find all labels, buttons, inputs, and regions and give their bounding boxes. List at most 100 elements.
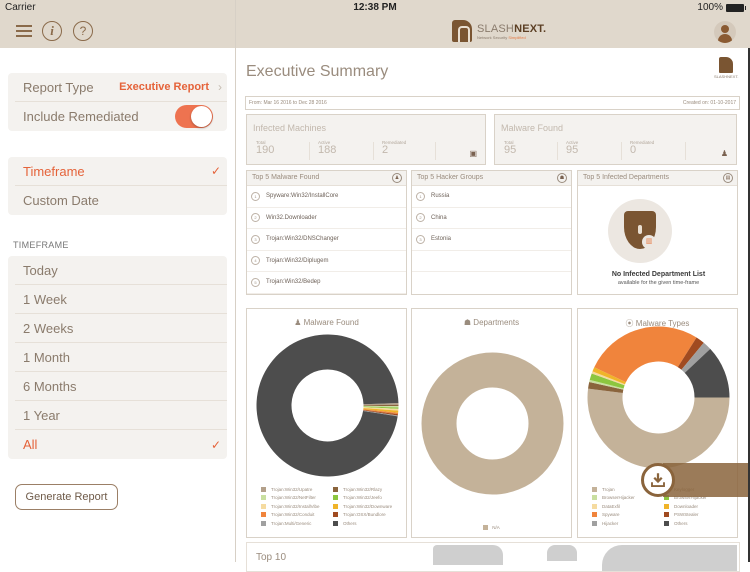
active-value: 95 bbox=[566, 144, 579, 156]
timeframe-label: Today bbox=[23, 262, 58, 278]
user-avatar[interactable] bbox=[714, 21, 736, 43]
item-label: Win32.Downloader bbox=[266, 214, 317, 221]
status-bar: Carrier 12:38 PM 100% bbox=[0, 0, 750, 16]
timeframe-section-label: TIMEFRAME bbox=[13, 240, 69, 250]
item-label: China bbox=[431, 214, 447, 221]
legend-item: BrowserHijacker bbox=[592, 495, 660, 501]
chart-title-text: Malware Found bbox=[303, 318, 359, 327]
legend-label: DataExfil bbox=[602, 503, 621, 509]
timeframe-1-week[interactable]: 1 Week bbox=[15, 285, 227, 314]
timeframe-option[interactable]: Timeframe ✓ bbox=[15, 157, 227, 186]
created-on: Created on: 01-10-2017 bbox=[682, 100, 736, 106]
legend-item: Others bbox=[664, 520, 732, 526]
legend-swatch bbox=[333, 512, 338, 518]
timeframe-6-months[interactable]: 6 Months bbox=[15, 372, 227, 401]
download-button[interactable] bbox=[641, 463, 675, 497]
divider bbox=[621, 142, 622, 160]
brand-name: SLASHNEXT. bbox=[477, 23, 546, 35]
legend-swatch bbox=[664, 512, 669, 518]
legend-item: Downloader bbox=[664, 503, 732, 509]
timeframe-2-weeks[interactable]: 2 Weeks bbox=[15, 314, 227, 343]
legend-label: Trojan:Win32/Jeefo bbox=[343, 495, 382, 501]
info-icon[interactable]: i bbox=[42, 21, 62, 41]
map-landmass bbox=[547, 545, 577, 561]
timeframe-all[interactable]: All ✓ bbox=[15, 430, 227, 459]
timeframe-1-year[interactable]: 1 Year bbox=[15, 401, 227, 430]
help-icon[interactable]: ? bbox=[73, 21, 93, 41]
download-icon bbox=[651, 473, 665, 487]
battery-percent: 100% bbox=[697, 2, 723, 13]
sidebar-navbar: i ? bbox=[0, 16, 236, 48]
report-logo-text: SLASHNEXT. bbox=[714, 74, 739, 79]
item-label: Trojan:Win32/Bedep bbox=[266, 279, 321, 286]
legend-swatch bbox=[592, 487, 597, 492]
malware-types-chart-card: ⦿ Malware Types TrojanKeyloggerBrowserHi… bbox=[577, 308, 738, 538]
slashnext-logo-icon bbox=[452, 20, 472, 42]
date-range-bar: From: Mar 16 2016 to Dec 28 2016 Created… bbox=[245, 96, 740, 110]
building-icon: ▤ bbox=[723, 173, 733, 183]
list-item: 4 Trojan:Win32/Diplugem bbox=[247, 251, 406, 272]
rank-badge: 4 bbox=[251, 256, 260, 266]
item-label: Russia bbox=[431, 193, 450, 200]
brand-prefix: SLASH bbox=[477, 22, 515, 35]
card-title: Top 5 Infected Departments bbox=[583, 174, 669, 181]
divider bbox=[685, 142, 686, 160]
timeframe-label: 6 Months bbox=[23, 378, 77, 394]
legend-label: Trojan:Win32/Conduit bbox=[271, 512, 315, 518]
rank-badge: 3 bbox=[416, 234, 425, 244]
legend-label: Trojan:OSX/Bundlore bbox=[343, 512, 386, 518]
departments-chart-card: ☗ Departments N/A bbox=[411, 308, 572, 538]
legend-item: DataExfil bbox=[592, 503, 660, 509]
date-range: From: Mar 16 2016 to Dec 28 2016 bbox=[249, 100, 327, 106]
legend-label: Trojan:Win32/Rlazy bbox=[343, 487, 383, 492]
include-remediated-toggle[interactable] bbox=[175, 105, 213, 128]
legend-swatch bbox=[333, 487, 338, 492]
spy-icon: ♟ bbox=[294, 318, 304, 327]
hamburger-icon[interactable] bbox=[14, 21, 34, 41]
report-title: Executive Summary bbox=[246, 63, 389, 80]
donut-slice bbox=[587, 388, 730, 469]
chart-title: ♟ Malware Found bbox=[247, 318, 406, 327]
legend-swatch bbox=[483, 525, 489, 530]
main-navbar: SLASHNEXT. Network Security Simplified bbox=[236, 16, 750, 48]
chart-title-text: Departments bbox=[473, 318, 520, 327]
generate-report-button[interactable]: Generate Report bbox=[15, 484, 118, 510]
custom-date-option[interactable]: Custom Date bbox=[15, 186, 227, 215]
tagline-prefix: Network Security bbox=[477, 34, 508, 40]
timeframe-label: 1 Month bbox=[23, 349, 70, 365]
download-drawer[interactable] bbox=[663, 463, 750, 497]
legend-item: Spyware bbox=[592, 512, 660, 518]
legend-label: Trojan:Win32/Upatre bbox=[271, 487, 313, 492]
list-item: 3 Trojan:Win32/DNSChanger bbox=[247, 229, 406, 251]
legend-label: Trojan bbox=[602, 487, 615, 492]
legend-item: Trojan:Multi/Generic bbox=[261, 520, 329, 526]
battery-icon bbox=[726, 3, 746, 12]
legend-label: Hijacker bbox=[602, 520, 619, 526]
legend-swatch bbox=[592, 495, 597, 501]
divider bbox=[557, 142, 558, 160]
divider bbox=[435, 142, 436, 160]
legend-swatch bbox=[261, 495, 266, 501]
remediated-cell: Remediated 2 bbox=[382, 140, 406, 156]
empty-state-illustration: ▥ bbox=[608, 199, 672, 263]
tagline-suffix: Simplified bbox=[508, 34, 526, 40]
checkmark-icon: ✓ bbox=[210, 164, 221, 178]
rank-badge: 5 bbox=[251, 277, 260, 287]
timeframe-label: 2 Weeks bbox=[23, 320, 74, 336]
chart-title: ☗ Departments bbox=[412, 318, 571, 327]
malware-found-donut bbox=[256, 334, 399, 477]
list-item: 2 China bbox=[412, 208, 571, 229]
slashnext-logo-icon bbox=[719, 57, 733, 73]
split-divider bbox=[235, 0, 236, 562]
active-cell: Active 188 bbox=[318, 140, 336, 156]
card-header: Top 5 Malware Found ♟ bbox=[247, 171, 406, 186]
legend-swatch bbox=[664, 520, 669, 526]
top-10-map-card: Top 10 bbox=[246, 542, 740, 572]
timeframe-today[interactable]: Today bbox=[15, 256, 227, 285]
chevron-right-icon: › bbox=[218, 80, 222, 94]
clock: 12:38 PM bbox=[353, 2, 397, 13]
brand-tagline: Network Security Simplified bbox=[477, 35, 546, 40]
report-type-row[interactable]: Report Type Executive Report › bbox=[15, 73, 227, 102]
legend-item: PSWStealer bbox=[664, 512, 732, 518]
timeframe-1-month[interactable]: 1 Month bbox=[15, 343, 227, 372]
